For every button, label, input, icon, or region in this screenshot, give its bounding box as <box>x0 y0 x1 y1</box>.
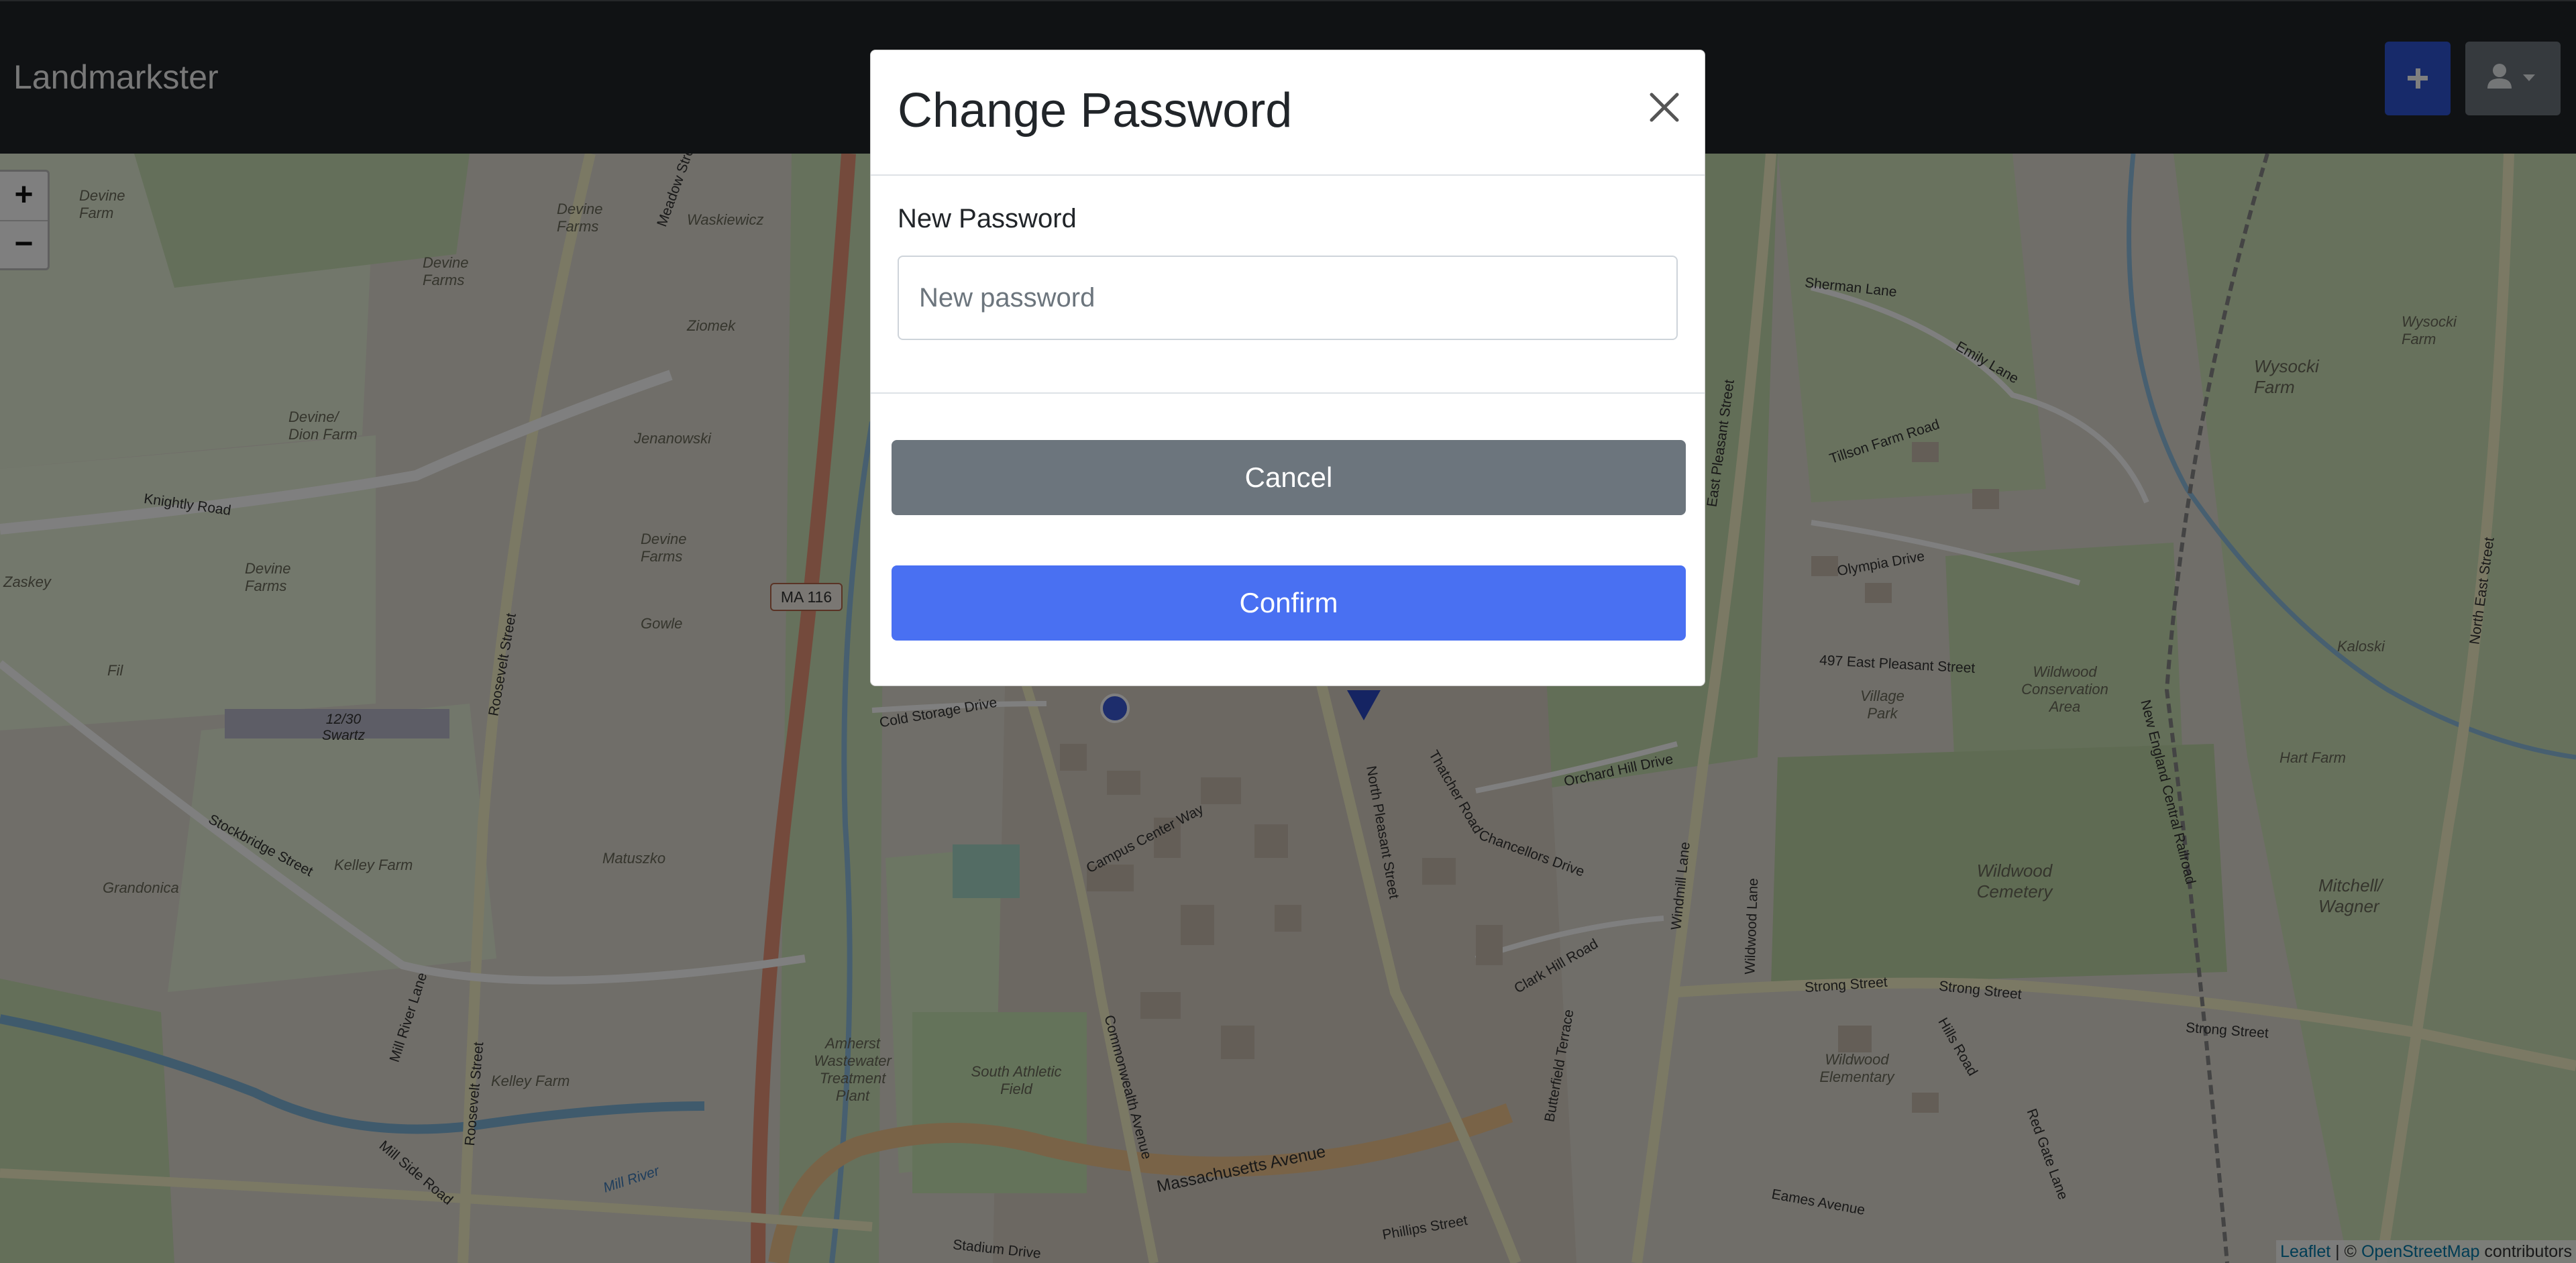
confirm-button[interactable]: Confirm <box>892 565 1686 641</box>
modal-body: New Password <box>871 174 1705 394</box>
close-button[interactable] <box>1648 91 1681 124</box>
change-password-modal: Change Password New Password Cancel Conf… <box>870 50 1705 686</box>
new-password-input[interactable] <box>898 256 1678 340</box>
cancel-button[interactable]: Cancel <box>892 440 1686 515</box>
close-icon <box>1650 93 1679 122</box>
new-password-label: New Password <box>898 204 1077 233</box>
modal-header: Change Password <box>871 50 1705 176</box>
modal-title: Change Password <box>898 84 1293 138</box>
